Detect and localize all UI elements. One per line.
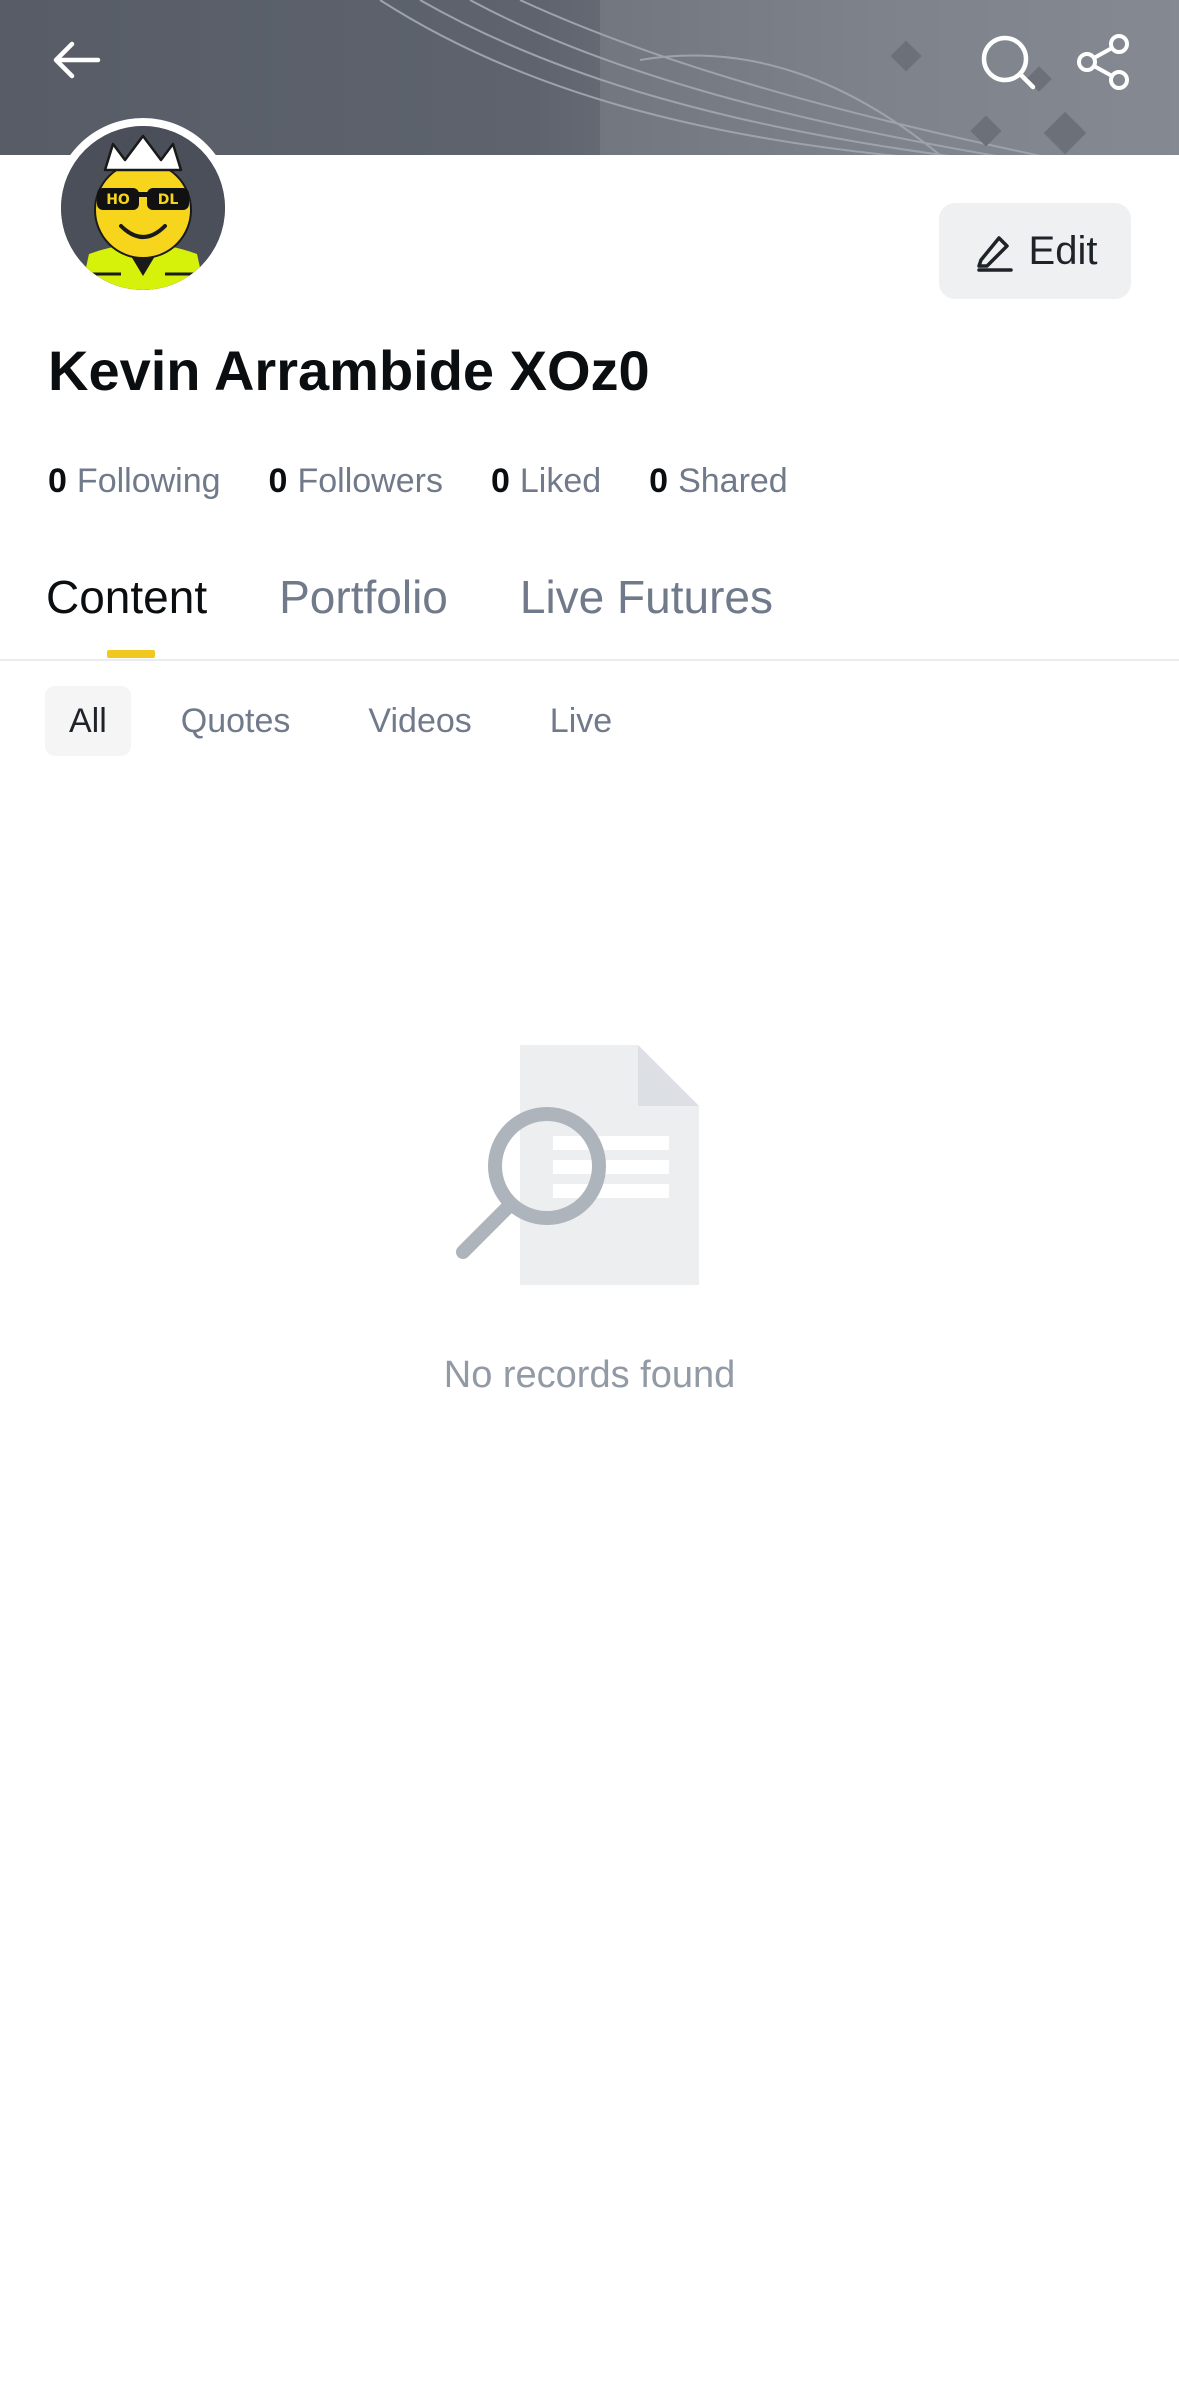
stat-liked[interactable]: 0 Liked [491, 462, 601, 501]
share-icon [1077, 34, 1129, 90]
stat-label: Shared [678, 462, 788, 500]
search-icon [981, 35, 1036, 90]
arrow-left-icon [53, 41, 101, 79]
empty-state-message: No records found [443, 1354, 736, 1396]
filter-videos[interactable]: Videos [340, 686, 499, 756]
stat-followers[interactable]: 0 Followers [269, 462, 443, 501]
stat-value: 0 [268, 462, 288, 500]
filter-all[interactable]: All [45, 686, 131, 756]
document-search-icon [456, 1045, 699, 1285]
tab-content[interactable]: Content [46, 570, 207, 624]
profile-name: Kevin Arrambide XOz0 [48, 339, 650, 402]
stat-following[interactable]: 0 Following [48, 462, 221, 501]
edit-profile-button[interactable]: Edit [939, 203, 1131, 299]
tab-portfolio[interactable]: Portfolio [279, 570, 448, 624]
search-button[interactable] [970, 28, 1046, 96]
stat-value: 0 [48, 462, 67, 500]
stat-label: Liked [519, 462, 602, 500]
edit-label: Edit [1028, 228, 1098, 273]
stat-label: Followers [297, 462, 443, 500]
filter-quotes[interactable]: Quotes [153, 686, 319, 756]
stat-value: 0 [649, 462, 669, 500]
tabs-divider [0, 659, 1179, 661]
stat-shared[interactable]: 0 Shared [649, 462, 788, 501]
active-tab-indicator [107, 650, 155, 658]
svg-text:DL: DL [158, 192, 179, 208]
avatar[interactable]: HO DL [61, 126, 225, 290]
stat-value: 0 [490, 462, 510, 500]
svg-text:HO: HO [106, 192, 130, 208]
filter-live[interactable]: Live [522, 686, 640, 756]
profile-stats: 0 Following 0 Followers 0 Liked 0 Shared [48, 462, 788, 501]
hodl-smiley-avatar-icon: HO DL [61, 126, 225, 290]
tab-live-futures[interactable]: Live Futures [520, 570, 773, 624]
empty-state-illustration [455, 1040, 715, 1305]
content-filters: All Quotes Videos Live [45, 686, 640, 756]
profile-tabs: Content Portfolio Live Futures [46, 570, 773, 624]
stat-label: Following [76, 462, 221, 500]
back-button[interactable] [36, 28, 116, 92]
pencil-icon [976, 236, 1013, 272]
share-button[interactable] [1066, 28, 1142, 96]
